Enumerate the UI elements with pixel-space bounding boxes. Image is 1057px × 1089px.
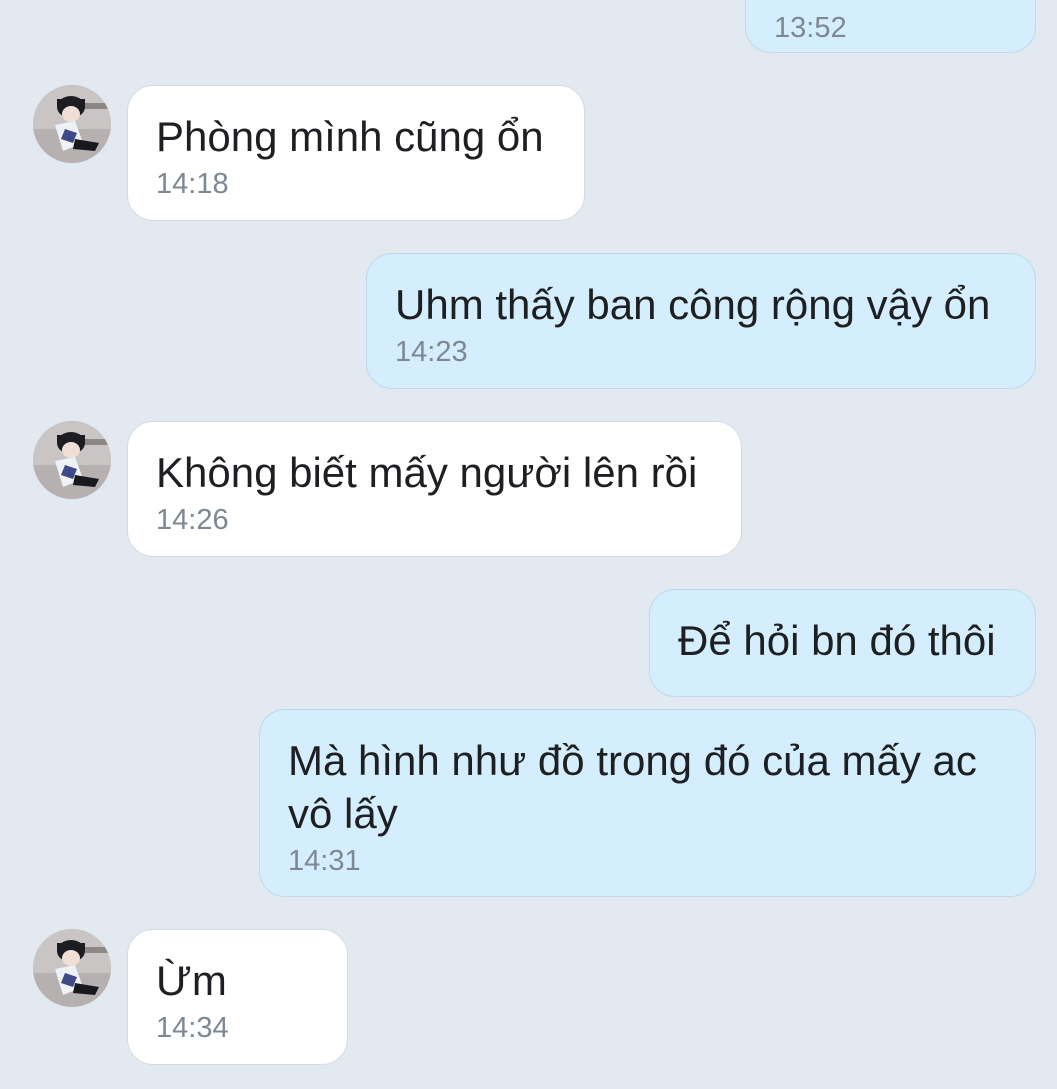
message-text: Để hỏi bn đó thôi (678, 617, 996, 664)
message-bubble-outgoing[interactable]: Mà hình như đồ trong đó của mấy ac vô lấ… (259, 709, 1036, 897)
message-text: Ừm (156, 957, 227, 1004)
message-bubble-outgoing[interactable]: Uhm thấy ban công rộng vậy ổn 14:23 (366, 253, 1036, 389)
message-bubble-incoming[interactable]: Ừm 14:34 (127, 929, 348, 1065)
message-time: 14:34 (156, 1012, 229, 1044)
message-text: Mà hình như đồ trong đó của mấy ac vô lấ… (288, 737, 989, 837)
message-bubble-incoming[interactable]: Phòng mình cũng ổn 14:18 (127, 85, 585, 221)
message-time: 14:23 (395, 336, 468, 368)
chat-message-list[interactable]: 13:52 Phòng mình cũng ổn 14:18 Uhm thấy … (0, 0, 1057, 1089)
message-time: 14:26 (156, 504, 229, 536)
contact-avatar[interactable] (33, 85, 111, 163)
user-avatar-icon (33, 929, 111, 1007)
message-bubble-outgoing[interactable]: 13:52 (745, 0, 1036, 53)
message-bubble-incoming[interactable]: Không biết mấy người lên rồi 14:26 (127, 421, 742, 557)
message-text: Phòng mình cũng ổn (156, 113, 544, 160)
message-time: 14:31 (288, 845, 361, 877)
contact-avatar[interactable] (33, 421, 111, 499)
user-avatar-icon (33, 421, 111, 499)
message-time: 13:52 (774, 12, 847, 44)
message-text: Không biết mấy người lên rồi (156, 449, 698, 496)
message-text: Uhm thấy ban công rộng vậy ổn (395, 281, 991, 328)
user-avatar-icon (33, 85, 111, 163)
message-time: 14:18 (156, 168, 229, 200)
contact-avatar[interactable] (33, 929, 111, 1007)
message-bubble-outgoing[interactable]: Để hỏi bn đó thôi (649, 589, 1036, 697)
